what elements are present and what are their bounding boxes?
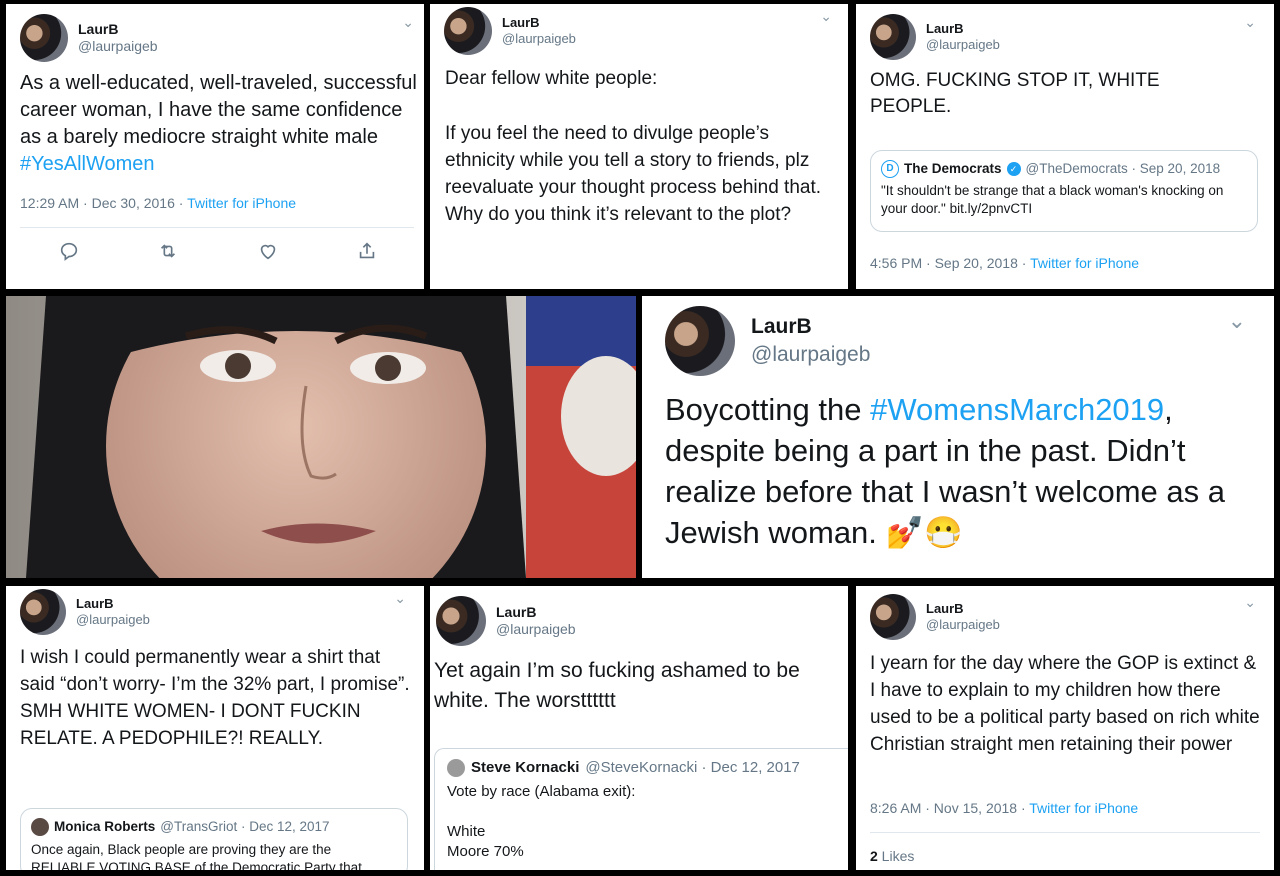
chevron-down-icon[interactable]: ⌄: [1228, 308, 1246, 334]
tweet-text: As a well-educated, well-traveled, succe…: [20, 70, 420, 178]
quoted-meta: @SteveKornacki · Dec 12, 2017: [585, 759, 800, 776]
chevron-down-icon[interactable]: ⌄: [820, 8, 832, 25]
quoted-text: Once again, Black people are proving the…: [31, 842, 362, 870]
source-app-link[interactable]: Twitter for iPhone: [187, 195, 296, 211]
quoted-display-name[interactable]: The Democrats: [904, 160, 1002, 178]
tweet-card-ashamed: LaurB @laurpaigeb Yet again I’m so fucki…: [430, 586, 848, 870]
retweet-icon[interactable]: [157, 240, 179, 267]
quoted-tweet[interactable]: Steve Kornacki @SteveKornacki · Dec 12, …: [434, 748, 848, 870]
profile-photo: [6, 296, 636, 578]
quoted-meta: @TransGriot · Dec 12, 2017: [160, 819, 330, 834]
divider: [870, 832, 1260, 833]
quoted-tweet[interactable]: Monica Roberts @TransGriot · Dec 12, 201…: [20, 808, 408, 870]
tweet-header[interactable]: LaurB @laurpaigeb: [870, 594, 1000, 640]
tweet-text-start: Boycotting the: [665, 392, 871, 427]
chevron-down-icon[interactable]: ⌄: [1244, 594, 1256, 611]
tweet-text: OMG. FUCKING STOP IT, WHITE PEOPLE.: [870, 70, 1160, 117]
tweet-text: Boycotting the #WomensMarch2019, despite…: [665, 389, 1255, 553]
democrats-logo-icon: D: [881, 160, 899, 179]
chevron-down-icon[interactable]: ⌄: [402, 14, 414, 31]
hashtag-link[interactable]: #YesAllWomen: [20, 153, 155, 175]
avatar[interactable]: [444, 7, 492, 55]
timestamp-text[interactable]: 12:29 AM · Dec 30, 2016 ·: [20, 195, 187, 211]
display-name[interactable]: LaurB: [78, 21, 158, 39]
tweet-card-stop-it: LaurB @laurpaigeb ⌄ OMG. FUCKING STOP IT…: [856, 4, 1274, 289]
tweet-text-greeting: Dear fellow white people:: [445, 68, 658, 89]
display-name[interactable]: LaurB: [496, 604, 576, 622]
quoted-tweet[interactable]: D The Democrats ✓ @TheDemocrats · Sep 20…: [870, 150, 1258, 232]
tweet-text-body: If you feel the need to divulge people’s…: [445, 123, 822, 225]
user-handle[interactable]: @laurpaigeb: [76, 612, 150, 628]
divider: [20, 227, 414, 228]
quoted-text: "It shouldn't be strange that a black wo…: [881, 183, 1224, 217]
tweet-card-gop: LaurB @laurpaigeb ⌄ I yearn for the day …: [856, 586, 1274, 870]
avatar[interactable]: [20, 14, 68, 62]
user-handle[interactable]: @laurpaigeb: [751, 342, 870, 368]
likes-label: Likes: [877, 848, 915, 864]
tweet-header[interactable]: LaurB @laurpaigeb: [870, 14, 1000, 60]
tweet-actions: [58, 240, 378, 267]
tweet-card-dear-white-people: LaurB @laurpaigeb ⌄ Dear fellow white pe…: [430, 4, 848, 289]
quoted-meta: @TheDemocrats · Sep 20, 2018: [1025, 161, 1221, 176]
chevron-down-icon[interactable]: ⌄: [1244, 14, 1256, 31]
user-handle[interactable]: @laurpaigeb: [502, 31, 576, 47]
user-handle[interactable]: @laurpaigeb: [78, 38, 158, 56]
share-icon[interactable]: [356, 240, 378, 267]
display-name[interactable]: LaurB: [76, 596, 150, 612]
tweet-card-32-percent: LaurB @laurpaigeb ⌄ I wish I could perma…: [6, 586, 424, 870]
quoted-avatar: [31, 818, 49, 837]
tweet-text: I yearn for the day where the GOP is ext…: [870, 653, 1260, 755]
quoted-display-name[interactable]: Steve Kornacki: [471, 758, 579, 778]
avatar[interactable]: [665, 306, 735, 376]
display-name[interactable]: LaurB: [502, 15, 576, 31]
hashtag-link[interactable]: #WomensMarch2019: [870, 392, 1164, 427]
timestamp-text[interactable]: 4:56 PM · Sep 20, 2018 ·: [870, 255, 1030, 271]
tweet-header[interactable]: LaurB @laurpaigeb: [436, 596, 576, 646]
user-handle[interactable]: @laurpaigeb: [926, 617, 1000, 633]
quoted-display-name[interactable]: Monica Roberts: [54, 818, 155, 836]
tweet-timestamp: 4:56 PM · Sep 20, 2018 · Twitter for iPh…: [870, 255, 1139, 271]
tweet-header[interactable]: LaurB @laurpaigeb: [665, 306, 870, 376]
tweet-timestamp: 12:29 AM · Dec 30, 2016 · Twitter for iP…: [20, 195, 296, 211]
quoted-text-line: Moore 70%: [447, 843, 524, 860]
timestamp-text[interactable]: 8:26 AM · Nov 15, 2018 ·: [870, 800, 1029, 816]
tweet-text-body: As a well-educated, well-traveled, succe…: [20, 72, 417, 148]
source-app-link[interactable]: Twitter for iPhone: [1029, 800, 1138, 816]
like-icon[interactable]: [257, 240, 279, 267]
avatar[interactable]: [870, 594, 916, 640]
likes-number: 2: [870, 848, 878, 864]
tweet-header[interactable]: LaurB @laurpaigeb: [444, 7, 576, 55]
tweet-text: I wish I could permanently wear a shirt …: [20, 647, 410, 749]
tweet-card-womens-march: LaurB @laurpaigeb ⌄ Boycotting the #Wome…: [642, 296, 1274, 578]
tweet-timestamp: 8:26 AM · Nov 15, 2018 · Twitter for iPh…: [870, 800, 1138, 816]
chevron-down-icon[interactable]: ⌄: [394, 590, 406, 607]
quoted-text-line: Vote by race (Alabama exit):: [447, 783, 636, 800]
tweet-header[interactable]: LaurB @laurpaigeb: [20, 14, 158, 62]
user-handle[interactable]: @laurpaigeb: [926, 37, 1000, 53]
verified-badge-icon: ✓: [1006, 162, 1021, 177]
tweet-card-yesallwomen: LaurB @laurpaigeb ⌄ As a well-educated, …: [6, 4, 424, 289]
display-name[interactable]: LaurB: [926, 601, 1000, 617]
quoted-avatar: [447, 759, 465, 777]
tweet-text: Yet again I’m so fucking ashamed to be w…: [434, 659, 800, 712]
likes-count[interactable]: 2 Likes: [870, 848, 914, 864]
avatar[interactable]: [870, 14, 916, 60]
avatar[interactable]: [436, 596, 486, 646]
display-name[interactable]: LaurB: [926, 21, 1000, 37]
user-handle[interactable]: @laurpaigeb: [496, 621, 576, 639]
quoted-text-line: White: [447, 823, 486, 840]
display-name[interactable]: LaurB: [751, 314, 870, 340]
source-app-link[interactable]: Twitter for iPhone: [1030, 255, 1139, 271]
reply-icon[interactable]: [58, 240, 80, 267]
portrait-image: [6, 296, 636, 578]
avatar[interactable]: [20, 589, 66, 635]
tweet-header[interactable]: LaurB @laurpaigeb: [20, 589, 150, 635]
